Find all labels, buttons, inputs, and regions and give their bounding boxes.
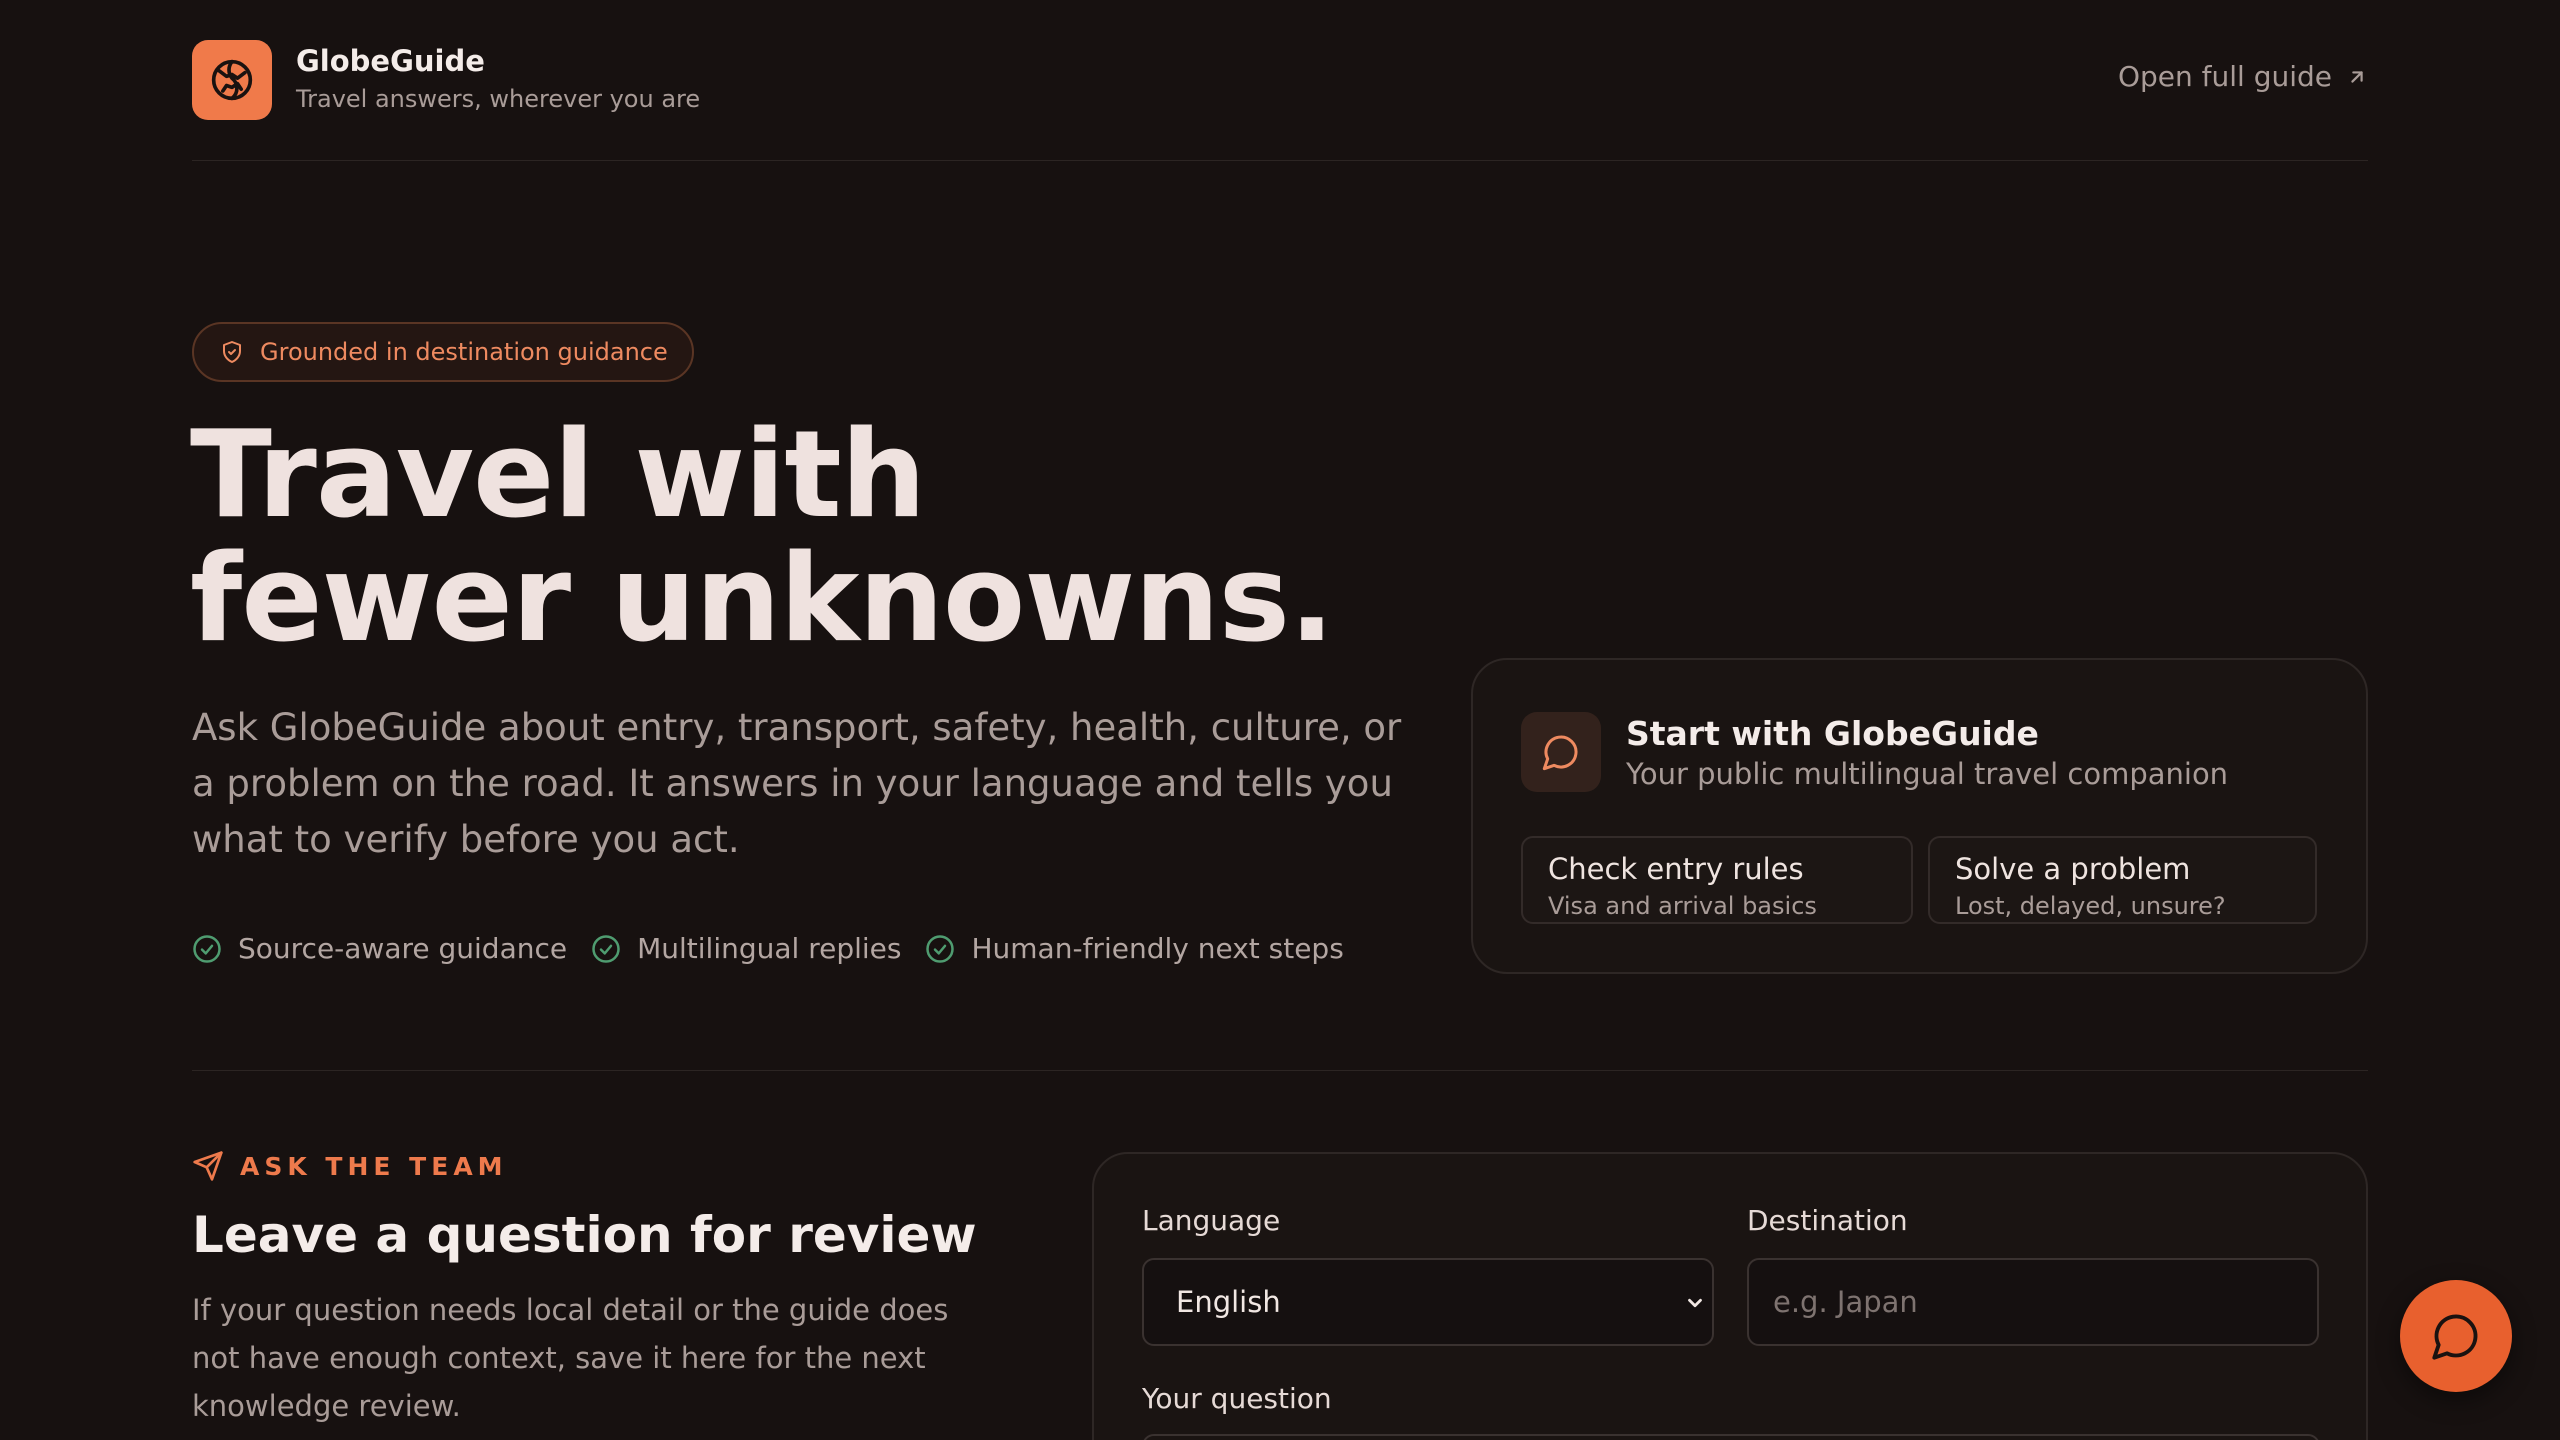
start-card-icon-tile [1521,712,1601,792]
feature-item: Multilingual replies [591,932,901,965]
question-textarea[interactable] [1142,1434,2320,1440]
section-divider [192,1070,2368,1071]
feature-label: Multilingual replies [637,932,902,965]
action-title: Check entry rules [1548,852,1804,886]
feature-label: Human-friendly next steps [971,932,1344,965]
check-entry-rules-button[interactable]: Check entry rules Visa and arrival basic… [1521,836,1913,924]
destination-label: Destination [1747,1204,1908,1237]
question-label: Your question [1142,1382,1332,1415]
ask-description: If your question needs local detail or t… [192,1293,949,1423]
ask-title: Leave a question for review [192,1206,977,1264]
chat-bubble-icon [1542,735,1578,771]
ask-eyebrow-label: ASK THE TEAM [240,1151,508,1181]
globe-icon [211,59,253,101]
feature-item: Human-friendly next steps [925,932,1344,965]
grounded-badge-label: Grounded in destination guidance [260,338,668,366]
brand-name: GlobeGuide [296,44,485,78]
start-card: Start with GlobeGuide Your public multil… [1471,658,2368,974]
check-circle-icon [926,934,955,963]
hero-title: Travel with fewer unknowns. [190,414,1570,662]
language-select[interactable]: English [1142,1258,1714,1346]
hero-subtitle: Ask GlobeGuide about entry, transport, s… [192,706,1402,861]
shield-check-icon [223,341,241,363]
start-card-title: Start with GlobeGuide [1626,714,2039,753]
solve-a-problem-button[interactable]: Solve a problem Lost, delayed, unsure? [1928,836,2317,924]
site-header: GlobeGuide Travel answers, wherever you … [192,0,2368,161]
action-subtitle: Visa and arrival basics [1548,892,1817,920]
action-subtitle: Lost, delayed, unsure? [1955,892,2226,920]
chat-launcher-button[interactable] [2400,1280,2512,1392]
check-circle-icon [193,934,221,963]
ask-eyebrow: ASK THE TEAM [192,1150,508,1182]
language-label: Language [1142,1204,1281,1237]
open-full-guide-label: Open full guide [2117,60,2332,93]
grounded-badge: Grounded in destination guidance [192,322,694,382]
hero-title-line-2: fewer unknowns. [190,530,1335,669]
send-icon [193,1151,223,1181]
feature-list: Source-aware guidance Multilingual repli… [192,932,1344,965]
brand-logo[interactable] [192,40,272,120]
hero-title-line-1: Travel with [190,406,926,545]
question-form: Language Destination English Your questi… [1092,1152,2368,1440]
open-full-guide-link[interactable]: Open full guide [2118,60,2368,93]
feature-label: Source-aware guidance [238,932,568,965]
action-title: Solve a problem [1955,852,2191,886]
feature-item: Source-aware guidance [192,932,567,965]
brand-tagline: Travel answers, wherever you are [296,85,701,113]
chat-bubble-icon [2432,1314,2478,1360]
destination-input[interactable] [1747,1258,2319,1346]
start-card-subtitle: Your public multilingual travel companio… [1626,757,2229,791]
arrow-up-right-icon [2351,70,2363,83]
check-circle-icon [592,934,620,963]
